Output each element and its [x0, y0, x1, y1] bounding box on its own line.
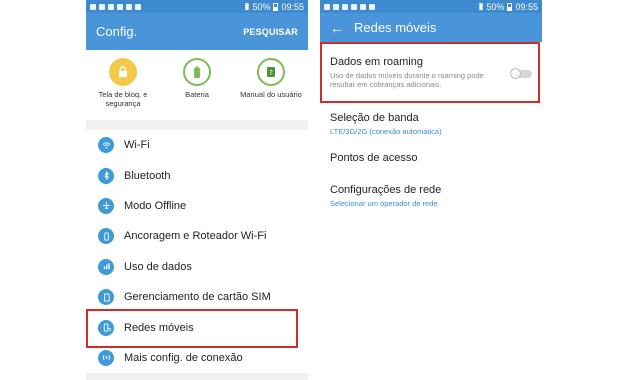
tile-lock-screen[interactable]: Tela de bloq. e segurança: [88, 58, 158, 120]
notification-icon: [99, 3, 105, 10]
settings-item-tethering[interactable]: Ancoragem e Roteador Wi-Fi: [86, 221, 308, 251]
setting-data-roaming[interactable]: Dados em roaming Uso de dados móveis dur…: [320, 42, 542, 103]
settings-item-label: Mais config. de conexão: [124, 351, 243, 364]
notification-icon: [369, 3, 375, 10]
settings-item-bluetooth[interactable]: Bluetooth: [86, 160, 308, 190]
roaming-toggle[interactable]: [510, 67, 532, 79]
more-connection-icon: [98, 349, 114, 366]
setting-value: LTE/3G/2G (conexão automática): [330, 127, 442, 136]
setting-title: Dados em roaming: [330, 56, 423, 68]
back-arrow-icon[interactable]: ←: [330, 20, 344, 36]
clock: 09:55: [515, 1, 538, 12]
data-usage-icon: [98, 258, 114, 275]
airplane-icon: [98, 197, 114, 214]
app-bar: Config. PESQUISAR: [86, 13, 308, 50]
notification-icon: [117, 3, 123, 10]
settings-item-sim-management[interactable]: Gerenciamento de cartão SIM: [86, 282, 308, 312]
setting-band-selection[interactable]: Seleção de banda LTE/3G/2G (conexão auto…: [320, 103, 542, 143]
notification-icon: [360, 3, 366, 10]
notification-icon: [126, 3, 132, 10]
page-title: Redes móveis: [354, 20, 437, 35]
settings-item-wifi[interactable]: Wi-Fi: [86, 130, 308, 160]
quick-settings-tiles: Tela de bloq. e segurança Bateria ? Manu…: [86, 50, 308, 120]
setting-description: Uso de dados móveis durante o roaming po…: [330, 71, 484, 89]
settings-item-label: Uso de dados: [124, 260, 192, 273]
setting-title: Configurações de rede: [330, 184, 442, 196]
notification-icons: [90, 3, 141, 10]
notification-icon: [135, 3, 141, 10]
signal-icon: ▮: [478, 1, 484, 11]
svg-text:?: ?: [269, 69, 273, 77]
settings-item-mobile-networks[interactable]: Redes móveis: [86, 312, 308, 342]
battery-status-icon: [507, 2, 513, 11]
clock: 09:55: [281, 1, 304, 12]
tile-label: Bateria: [185, 90, 209, 99]
sim-card-icon: [98, 289, 114, 306]
notification-icon: [324, 3, 330, 10]
status-right: ▮ 50% 09:55: [245, 1, 305, 12]
divider: [86, 373, 308, 380]
tile-label: Tela de bloq. e segurança: [98, 90, 148, 108]
tethering-icon: [98, 228, 114, 245]
battery-status-icon: [273, 2, 279, 11]
setting-access-points[interactable]: Pontos de acesso: [320, 143, 542, 175]
status-bar: ▮ 50% 09:55: [86, 0, 308, 13]
tile-label: Manual do usuário: [240, 90, 302, 99]
notification-icon: [108, 3, 114, 10]
divider: [86, 120, 308, 130]
setting-network-operators[interactable]: Configurações de rede Selecionar um oper…: [320, 175, 542, 215]
settings-screen: ▮ 50% 09:55 Config. PESQUISAR Tela de bl…: [86, 0, 308, 380]
app-bar: ← Redes móveis: [320, 13, 542, 42]
notification-icons: [324, 3, 375, 10]
battery-percent: 50%: [252, 1, 271, 12]
settings-item-data-usage[interactable]: Uso de dados: [86, 252, 308, 282]
tile-battery[interactable]: Bateria: [162, 58, 232, 120]
settings-item-offline-mode[interactable]: Modo Offline: [86, 191, 308, 221]
settings-item-label: Ancoragem e Roteador Wi-Fi: [124, 230, 267, 243]
notification-icon: [342, 3, 348, 10]
status-bar: ▮ 50% 09:55: [320, 0, 542, 13]
setting-title: Pontos de acesso: [330, 152, 418, 164]
settings-item-label: Modo Offline: [124, 199, 187, 212]
signal-icon: ▮: [244, 1, 250, 11]
notification-icon: [90, 3, 96, 10]
mobile-networks-screen: ▮ 50% 09:55 ← Redes móveis Dados em roam…: [320, 0, 542, 380]
notification-icon: [333, 3, 339, 10]
status-right: ▮ 50% 09:55: [479, 1, 539, 12]
settings-item-label: Redes móveis: [124, 321, 194, 334]
wifi-icon: [98, 137, 114, 154]
settings-item-more-connection[interactable]: Mais config. de conexão: [86, 343, 308, 373]
tile-user-manual[interactable]: ? Manual do usuário: [236, 58, 306, 120]
battery-percent: 50%: [486, 1, 505, 12]
settings-item-label: Bluetooth: [124, 169, 171, 182]
battery-icon: [183, 58, 211, 86]
settings-list: Wi-Fi Bluetooth Modo Offline Ancoragem e…: [86, 130, 308, 374]
lock-icon: [109, 58, 137, 86]
mobile-networks-icon: [98, 319, 114, 336]
toggle-knob: [510, 67, 521, 79]
setting-value: Selecionar um operador de rede: [330, 199, 438, 208]
notification-icon: [351, 3, 357, 10]
search-button[interactable]: PESQUISAR: [243, 27, 298, 37]
bluetooth-icon: [98, 167, 114, 184]
page-title: Config.: [96, 24, 138, 39]
settings-item-label: Gerenciamento de cartão SIM: [124, 291, 271, 304]
manual-icon: ?: [257, 58, 285, 86]
setting-title: Seleção de banda: [330, 112, 419, 124]
settings-item-label: Wi-Fi: [124, 139, 150, 152]
